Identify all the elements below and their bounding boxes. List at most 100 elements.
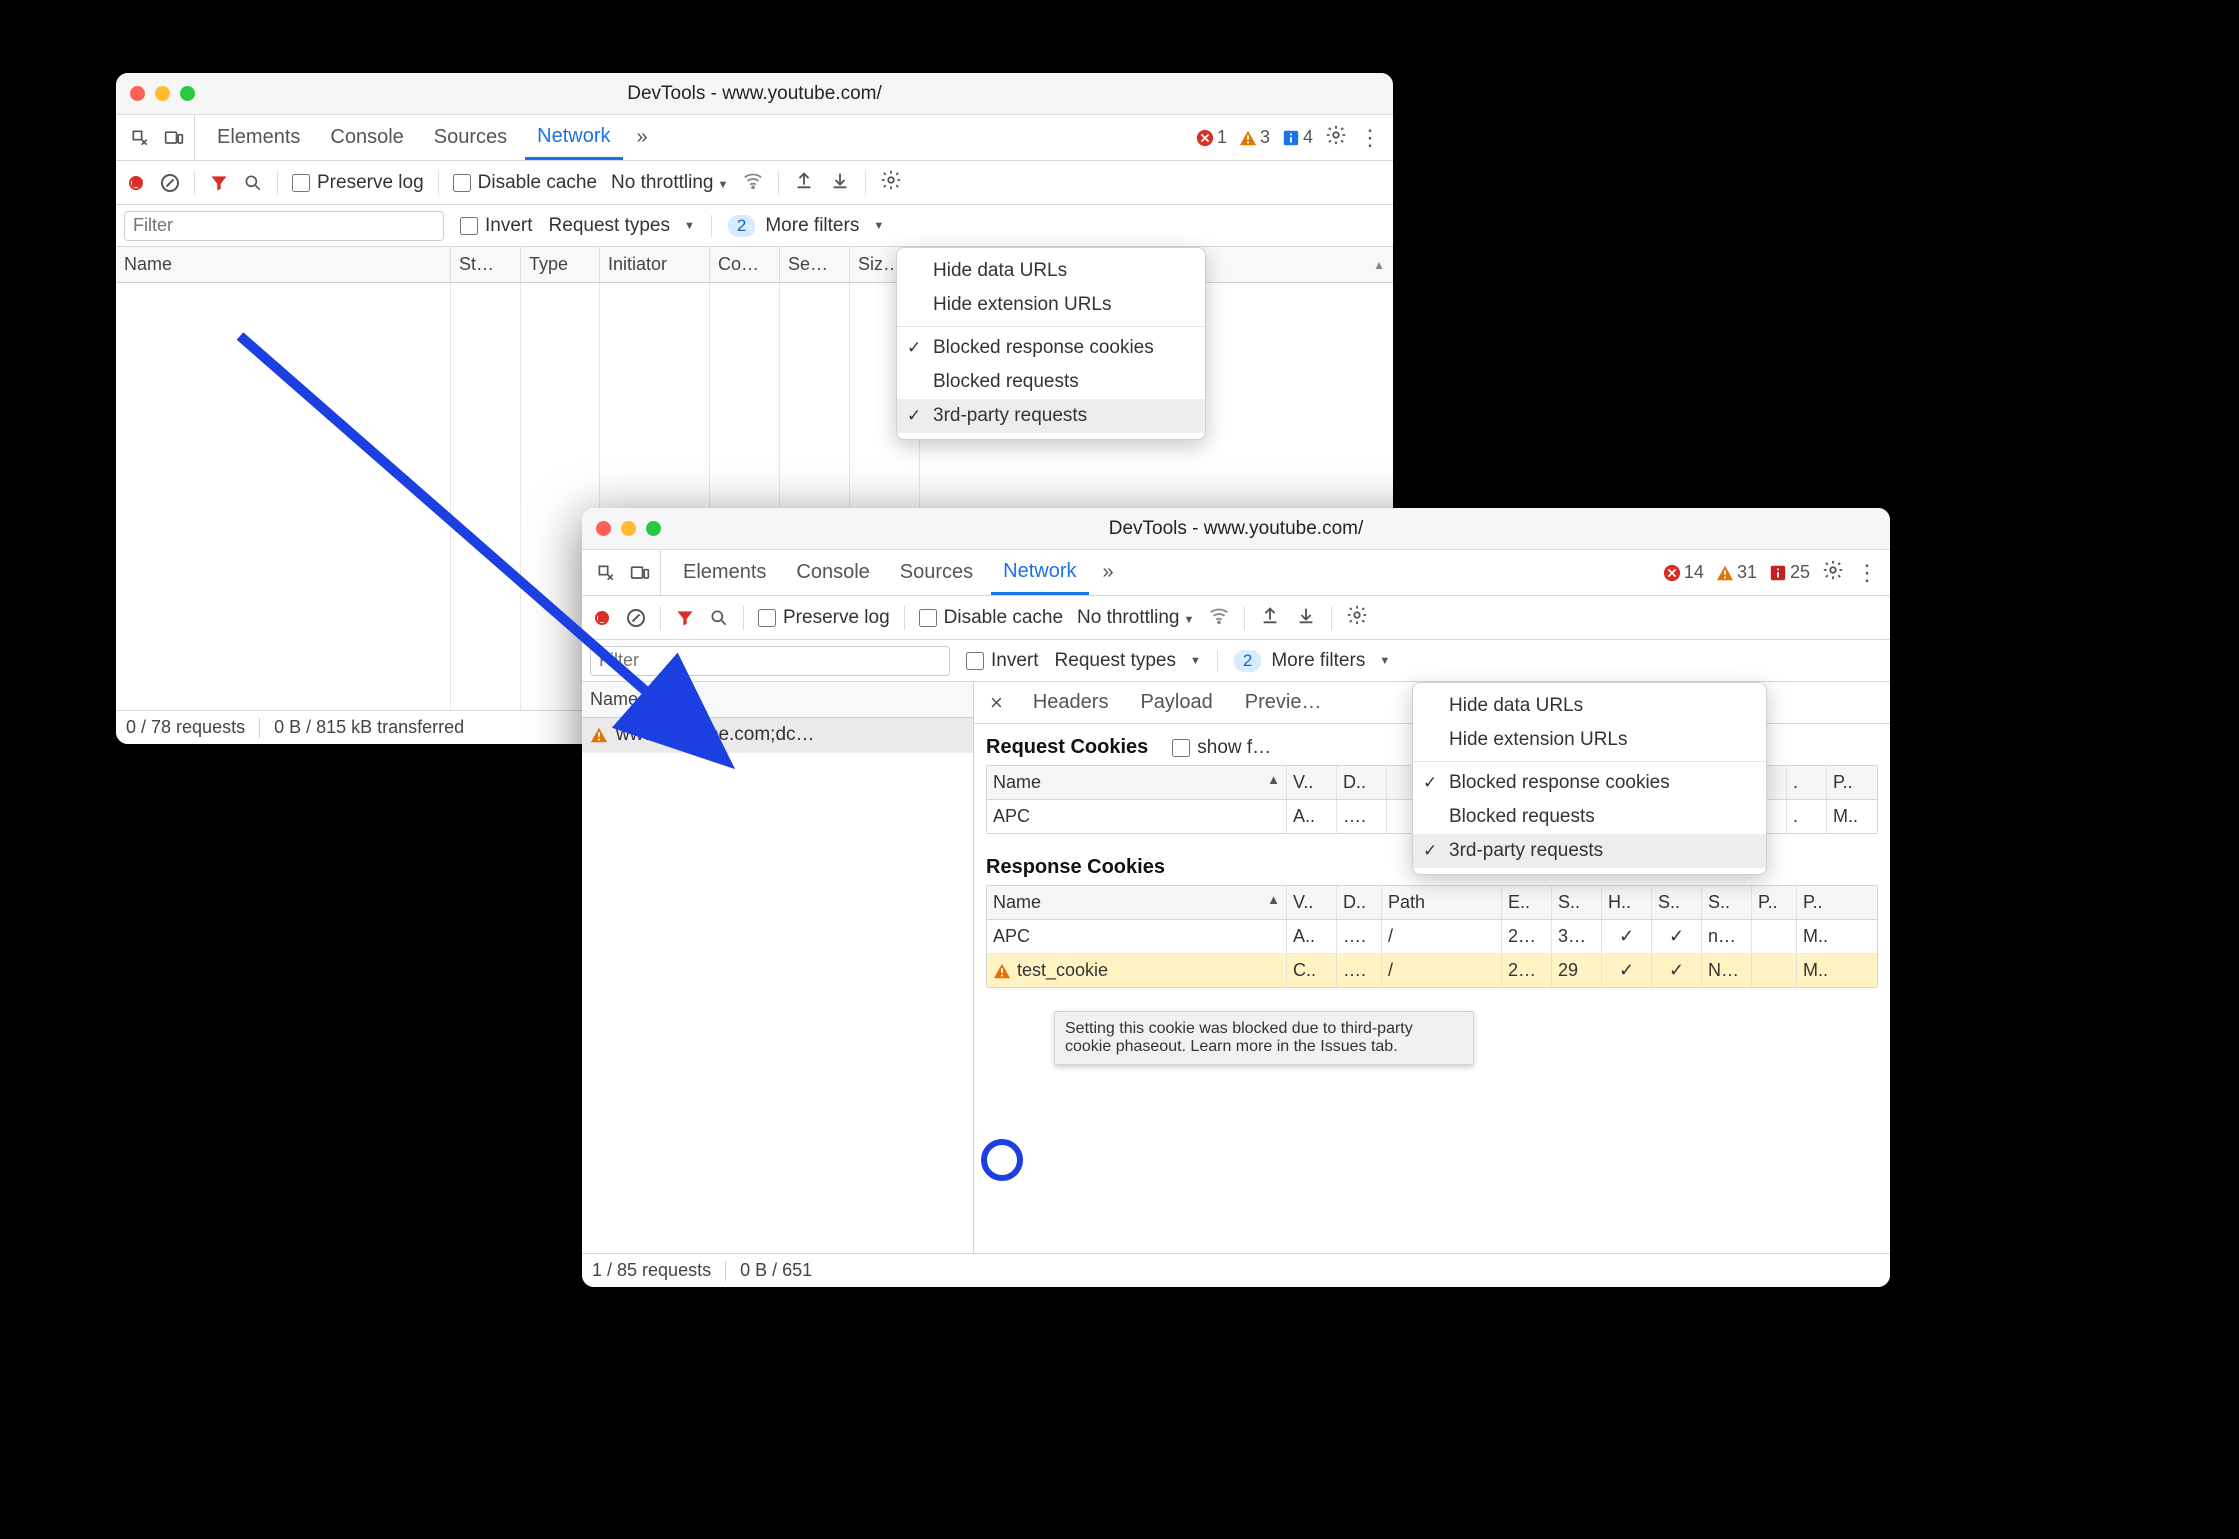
col-type[interactable]: Type (521, 247, 600, 282)
filter-bar: Invert Request types▼ 2 More filters ▼ (116, 205, 1393, 247)
panel-tabbar: Elements Console Sources Network » 1 3 4… (116, 115, 1393, 161)
dtab-payload[interactable]: Payload (1126, 682, 1226, 723)
annotation-circle (981, 1139, 1023, 1181)
tab-network[interactable]: Network (991, 550, 1088, 595)
search-icon[interactable] (243, 173, 263, 193)
minimize-dot[interactable] (155, 86, 170, 101)
tab-sources[interactable]: Sources (888, 550, 985, 595)
dtab-headers[interactable]: Headers (1019, 682, 1123, 723)
warning-count[interactable]: 31 (1716, 562, 1757, 583)
titlebar: DevTools - www.youtube.com/ (582, 508, 1890, 550)
throttling-select[interactable]: No throttling▼ (611, 172, 728, 194)
settings-icon[interactable] (1822, 559, 1844, 586)
mi-hide-data-urls[interactable]: Hide data URLs (897, 254, 1205, 288)
tab-console[interactable]: Console (784, 550, 881, 595)
disable-cache-checkbox[interactable]: Disable cache (919, 607, 1063, 629)
col-connection[interactable]: Co… (710, 247, 780, 282)
mi-blocked-requests[interactable]: Blocked requests (897, 365, 1205, 399)
request-types-dropdown[interactable]: Request types▼ (1055, 650, 1201, 672)
preserve-log-checkbox[interactable]: Preserve log (758, 607, 890, 629)
warning-icon (993, 962, 1011, 980)
error-count[interactable]: 1 (1196, 127, 1227, 148)
throttling-select[interactable]: No throttling▼ (1077, 607, 1194, 629)
mi-hide-ext-urls[interactable]: Hide extension URLs (1413, 723, 1766, 757)
col-name[interactable]: Name (116, 247, 451, 282)
kebab-menu-icon[interactable]: ⋮ (1856, 560, 1878, 586)
device-icon[interactable] (164, 128, 184, 148)
preserve-log-checkbox[interactable]: Preserve log (292, 172, 424, 194)
tab-console[interactable]: Console (318, 115, 415, 160)
cookie-row[interactable]: APC A.. …. / 2… 3… ✓ ✓ n… M.. (987, 920, 1877, 954)
filter-input[interactable] (124, 211, 444, 241)
wifi-icon[interactable] (1208, 604, 1230, 631)
col-d[interactable]: D.. (1337, 766, 1387, 799)
more-tabs-icon[interactable]: » (629, 126, 656, 149)
col-name[interactable]: Name▲ (987, 766, 1287, 799)
titlebar: DevTools - www.youtube.com/ (116, 73, 1393, 115)
download-icon[interactable] (1295, 604, 1317, 631)
info-count[interactable]: 4 (1282, 127, 1313, 148)
dtab-preview[interactable]: Previe… (1231, 682, 1336, 723)
filter-bar: Invert Request types▼ 2 More filters ▼ (582, 640, 1890, 682)
mi-blocked-requests[interactable]: Blocked requests (1413, 800, 1766, 834)
maximize-dot[interactable] (180, 86, 195, 101)
wifi-icon[interactable] (742, 169, 764, 196)
invert-checkbox[interactable]: Invert (966, 650, 1039, 672)
request-count: 0 / 78 requests (126, 717, 245, 738)
close-dot[interactable] (130, 86, 145, 101)
inspect-icon[interactable] (130, 128, 150, 148)
window-controls (130, 86, 195, 101)
col-setcookies[interactable]: Se… (780, 247, 850, 282)
network-toolbar: Preserve log Disable cache No throttling… (582, 596, 1890, 640)
network-settings-icon[interactable] (1346, 604, 1368, 631)
mi-blocked-response-cookies[interactable]: ✓Blocked response cookies (897, 331, 1205, 365)
record-button[interactable] (126, 173, 146, 193)
cookie-row-blocked[interactable]: test_cookie C.. …. / 2… 29 ✓ ✓ N… M.. (987, 954, 1877, 987)
mi-3rd-party[interactable]: ✓3rd-party requests (1413, 834, 1766, 868)
more-filters-menu: Hide data URLs Hide extension URLs ✓Bloc… (896, 247, 1206, 440)
col-status[interactable]: St… (451, 247, 521, 282)
upload-icon[interactable] (1259, 604, 1281, 631)
kebab-menu-icon[interactable]: ⋮ (1359, 125, 1381, 151)
download-icon[interactable] (829, 169, 851, 196)
filter-icon[interactable] (209, 173, 229, 193)
window-title: DevTools - www.youtube.com/ (627, 83, 882, 105)
response-cookies-table: Name▲ V.. D.. Path E.. S.. H.. S.. S.. P… (986, 885, 1878, 988)
window-title: DevTools - www.youtube.com/ (1109, 518, 1364, 540)
panel-tabbar: Elements Console Sources Network » 14 31… (582, 550, 1890, 596)
mi-blocked-response-cookies[interactable]: ✓Blocked response cookies (1413, 766, 1766, 800)
more-filters-menu: Hide data URLs Hide extension URLs ✓Bloc… (1412, 682, 1767, 875)
status-bar: 1 / 85 requests 0 B / 651 (582, 1253, 1890, 1287)
info-count[interactable]: 25 (1769, 562, 1810, 583)
col-initiator[interactable]: Initiator (600, 247, 710, 282)
blocked-cookie-tooltip: Setting this cookie was blocked due to t… (1054, 1011, 1474, 1065)
error-count[interactable]: 14 (1663, 562, 1704, 583)
network-settings-icon[interactable] (880, 169, 902, 196)
invert-checkbox[interactable]: Invert (460, 215, 533, 237)
mi-3rd-party[interactable]: ✓3rd-party requests (897, 399, 1205, 433)
col-v[interactable]: V.. (1287, 766, 1337, 799)
network-toolbar: Preserve log Disable cache No throttling… (116, 161, 1393, 205)
request-types-dropdown[interactable]: Request types▼ (549, 215, 695, 237)
mi-hide-ext-urls[interactable]: Hide extension URLs (897, 288, 1205, 322)
mi-hide-data-urls[interactable]: Hide data URLs (1413, 689, 1766, 723)
more-tabs-icon[interactable]: » (1095, 561, 1122, 584)
clear-button[interactable] (160, 173, 180, 193)
more-filters-dropdown[interactable]: 2 More filters ▼ (1234, 650, 1390, 672)
upload-icon[interactable] (793, 169, 815, 196)
tab-sources[interactable]: Sources (422, 115, 519, 160)
col-name[interactable]: Name▲ (987, 886, 1287, 919)
request-count: 1 / 85 requests (592, 1260, 711, 1281)
disable-cache-checkbox[interactable]: Disable cache (453, 172, 597, 194)
show-filtered-checkbox[interactable]: show f… (1172, 737, 1271, 759)
more-filters-dropdown[interactable]: 2 More filters ▼ (728, 215, 884, 237)
response-cookies-title: Response Cookies (986, 856, 1165, 878)
tab-network[interactable]: Network (525, 115, 622, 160)
close-details-icon[interactable]: × (978, 690, 1015, 716)
settings-icon[interactable] (1325, 124, 1347, 151)
warning-count[interactable]: 3 (1239, 127, 1270, 148)
tab-elements[interactable]: Elements (205, 115, 312, 160)
devtools-window-2: DevTools - www.youtube.com/ Elements Con… (582, 508, 1890, 1287)
annotation-arrow (230, 326, 750, 786)
request-cookies-title: Request Cookies (986, 736, 1148, 759)
